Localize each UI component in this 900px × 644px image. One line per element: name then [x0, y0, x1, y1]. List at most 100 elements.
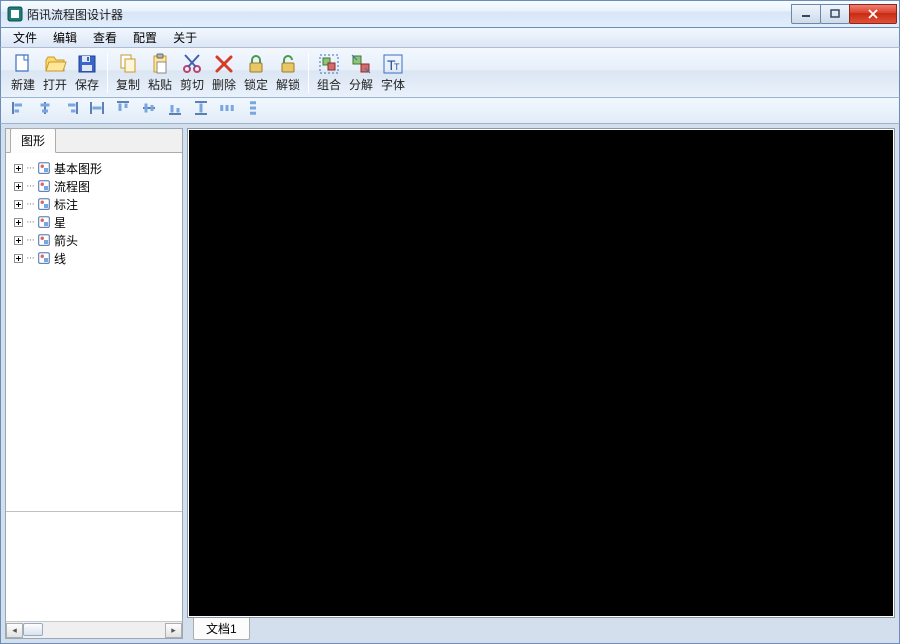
menu-item-3[interactable]: 配置	[127, 28, 163, 47]
shape-category-icon	[37, 215, 51, 229]
canvas-frame	[187, 128, 895, 618]
workspace: 图形 ···基本图形···流程图···标注···星···箭头···线 ◂ ▸ 文…	[0, 124, 900, 644]
align-right-icon	[62, 99, 80, 122]
shape-category-icon	[37, 251, 51, 265]
tree-node-1[interactable]: ···流程图	[6, 177, 182, 195]
scissors-icon	[180, 52, 204, 76]
align-align-justify-h-button[interactable]	[85, 100, 109, 122]
toolbar-group-label: 组合	[317, 76, 341, 93]
menu-item-2[interactable]: 查看	[87, 28, 123, 47]
lock-icon	[244, 52, 268, 76]
panel-hscrollbar[interactable]: ◂ ▸	[6, 621, 182, 638]
shape-category-icon	[37, 179, 51, 193]
scroll-right-button[interactable]: ▸	[165, 623, 182, 638]
drawing-canvas[interactable]	[189, 130, 893, 616]
tree-node-4[interactable]: ··· 箭头	[6, 231, 182, 249]
shapes-tab[interactable]: 图形	[10, 128, 56, 153]
canvas-panel: 文档1	[187, 128, 895, 639]
window-minimize-button[interactable]	[791, 4, 821, 24]
scroll-thumb[interactable]	[23, 623, 43, 636]
shapes-panel-tabs: 图形	[6, 129, 182, 153]
folder-open-icon	[43, 52, 67, 76]
align-distribute-v-button[interactable]	[241, 100, 265, 122]
tree-expand-icon[interactable]	[14, 164, 23, 173]
menubar: 文件编辑查看配置关于	[0, 28, 900, 48]
align-align-left-button[interactable]	[7, 100, 31, 122]
toolbar-new-label: 新建	[11, 76, 35, 93]
toolbar-ungroup-label: 分解	[349, 76, 373, 93]
toolbar-unlock-label: 解锁	[276, 76, 300, 93]
align-align-right-button[interactable]	[59, 100, 83, 122]
tree-expand-icon[interactable]	[14, 182, 23, 191]
tree-expand-icon[interactable]	[14, 254, 23, 263]
tree-node-3[interactable]: ··· 星	[6, 213, 182, 231]
align-align-justify-v-button[interactable]	[189, 100, 213, 122]
toolbar-lock-button[interactable]: 锁定	[240, 50, 272, 96]
document-tab-0[interactable]: 文档1	[193, 618, 250, 640]
tree-expand-icon[interactable]	[14, 200, 23, 209]
toolbar-save-button[interactable]: 保存	[71, 50, 103, 96]
unlock-icon	[276, 52, 300, 76]
toolbar-align	[0, 98, 900, 124]
toolbar-paste-label: 粘贴	[148, 76, 172, 93]
shape-preview-pane	[6, 511, 182, 621]
toolbar-copy-button[interactable]: 复制	[112, 50, 144, 96]
tree-connector: ···	[26, 234, 34, 246]
align-align-center-h-button[interactable]	[33, 100, 57, 122]
window-maximize-button[interactable]	[820, 4, 850, 24]
scroll-left-button[interactable]: ◂	[6, 623, 23, 638]
align-align-top-button[interactable]	[111, 100, 135, 122]
toolbar-font-label: 字体	[381, 76, 405, 93]
tree-node-label: 箭头	[54, 232, 78, 249]
align-middle-v-icon	[140, 99, 158, 122]
align-justify-v-icon	[192, 99, 210, 122]
delete-x-icon	[212, 52, 236, 76]
toolbar-font-button[interactable]: TT字体	[377, 50, 409, 96]
menu-item-0[interactable]: 文件	[7, 28, 43, 47]
align-align-middle-v-button[interactable]	[137, 100, 161, 122]
toolbar-separator	[308, 53, 309, 93]
window-close-button[interactable]	[849, 4, 897, 24]
toolbar-group-button[interactable]: 组合	[313, 50, 345, 96]
paste-icon	[148, 52, 172, 76]
toolbar-cut-label: 剪切	[180, 76, 204, 93]
toolbar-separator	[107, 53, 108, 93]
toolbar-ungroup-button[interactable]: 分解	[345, 50, 377, 96]
tree-connector: ···	[26, 216, 34, 228]
group-icon	[317, 52, 341, 76]
tree-connector: ···	[26, 162, 34, 174]
align-top-icon	[114, 99, 132, 122]
toolbar-group-2: 组合分解TT字体	[313, 50, 409, 95]
menu-item-4[interactable]: 关于	[167, 28, 203, 47]
app-icon	[7, 6, 23, 22]
toolbar-new-button[interactable]: 新建	[7, 50, 39, 96]
toolbar-delete-label: 删除	[212, 76, 236, 93]
toolbar-copy-label: 复制	[116, 76, 140, 93]
tree-connector: ···	[26, 198, 34, 210]
tree-expand-icon[interactable]	[14, 236, 23, 245]
shape-category-icon	[37, 197, 51, 211]
copy-icon	[116, 52, 140, 76]
toolbar-group-0: 新建打开保存	[7, 50, 103, 95]
tree-node-2[interactable]: ···标注	[6, 195, 182, 213]
toolbar-unlock-button[interactable]: 解锁	[272, 50, 304, 96]
toolbar-open-label: 打开	[43, 76, 67, 93]
scroll-track[interactable]	[23, 623, 165, 638]
toolbar-open-button[interactable]: 打开	[39, 50, 71, 96]
tree-expand-icon[interactable]	[14, 218, 23, 227]
toolbar-delete-button[interactable]: 删除	[208, 50, 240, 96]
shapes-tree[interactable]: ···基本图形···流程图···标注···星···箭头···线	[6, 153, 182, 511]
menu-item-1[interactable]: 编辑	[47, 28, 83, 47]
align-justify-h-icon	[88, 99, 106, 122]
align-align-bottom-button[interactable]	[163, 100, 187, 122]
window-title: 陌讯流程图设计器	[27, 6, 123, 23]
tree-node-5[interactable]: ···线	[6, 249, 182, 267]
toolbar-paste-button[interactable]: 粘贴	[144, 50, 176, 96]
toolbar-lock-label: 锁定	[244, 76, 268, 93]
align-distribute-h-button[interactable]	[215, 100, 239, 122]
shape-category-icon	[37, 233, 51, 247]
tree-node-0[interactable]: ··· 基本图形	[6, 159, 182, 177]
toolbar-cut-button[interactable]: 剪切	[176, 50, 208, 96]
tree-node-label: 星	[54, 214, 66, 231]
tree-node-label: 基本图形	[54, 160, 102, 177]
